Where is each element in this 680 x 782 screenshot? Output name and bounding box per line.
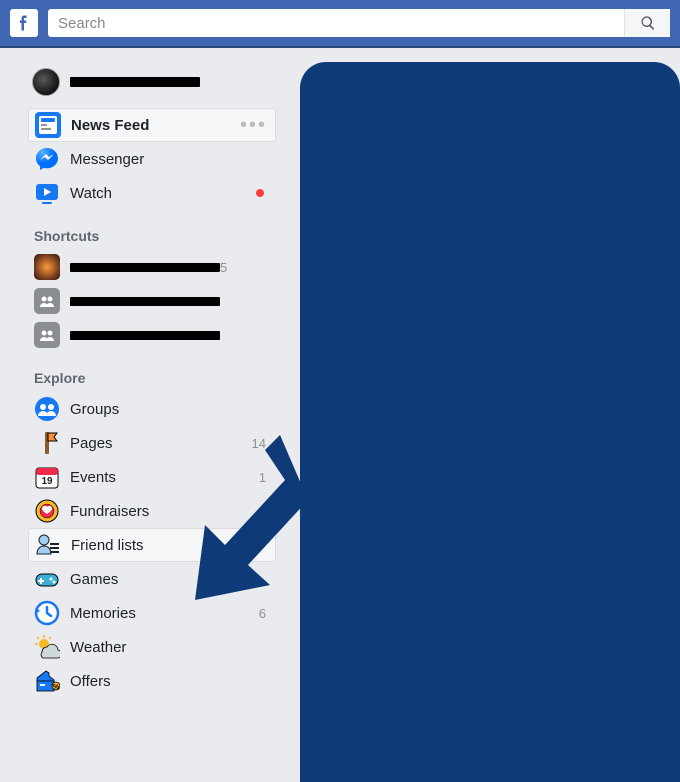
- notification-dot-icon: [256, 189, 264, 197]
- search-icon: [640, 15, 656, 31]
- friend-lists-icon: [35, 532, 61, 558]
- nav-fundraisers[interactable]: Fundraisers: [28, 494, 276, 528]
- nav-friend-lists[interactable]: Friend lists: [28, 528, 276, 562]
- profile-link[interactable]: [28, 62, 276, 102]
- profile-name-redacted: [70, 77, 200, 87]
- events-icon: 19: [34, 464, 60, 490]
- search-input[interactable]: [48, 9, 670, 37]
- nav-label: Groups: [70, 401, 270, 418]
- main-content: [300, 62, 680, 782]
- nav-label: Offers: [70, 673, 270, 690]
- avatar: [32, 68, 60, 96]
- nav-games[interactable]: Games: [28, 562, 276, 596]
- nav-count: 14: [252, 436, 266, 451]
- fundraisers-icon: [34, 498, 60, 524]
- shortcut-group-icon: [34, 322, 60, 348]
- nav-pages[interactable]: Pages 14: [28, 426, 276, 460]
- nav-label: Watch: [70, 185, 256, 202]
- memories-icon: [34, 600, 60, 626]
- shortcut-label-redacted: [70, 331, 220, 340]
- explore-header: Explore: [28, 352, 276, 392]
- pages-icon: [34, 430, 60, 456]
- shortcut-label-redacted: [70, 263, 220, 272]
- nav-count: 6: [259, 606, 266, 621]
- search-wrap: [48, 9, 670, 37]
- nav-label: News Feed: [71, 117, 240, 134]
- weather-icon: [34, 634, 60, 660]
- nav-groups[interactable]: Groups: [28, 392, 276, 426]
- shortcut-item[interactable]: [28, 284, 276, 318]
- shortcut-item[interactable]: [28, 318, 276, 352]
- facebook-logo[interactable]: [10, 9, 38, 37]
- nav-weather[interactable]: Weather: [28, 630, 276, 664]
- nav-label: Friend lists: [71, 537, 269, 554]
- svg-text:19: 19: [41, 476, 53, 487]
- search-button[interactable]: [624, 9, 670, 37]
- nav-label: Pages: [70, 435, 252, 452]
- nav-memories[interactable]: Memories 6: [28, 596, 276, 630]
- top-bar: [0, 0, 680, 48]
- nav-label: Fundraisers: [70, 503, 270, 520]
- svg-text:%: %: [53, 684, 60, 691]
- nav-events[interactable]: 19 Events 1: [28, 460, 276, 494]
- shortcuts-header: Shortcuts: [28, 210, 276, 250]
- nav-offers[interactable]: % Offers: [28, 664, 276, 698]
- messenger-icon: [34, 146, 60, 172]
- shortcut-item[interactable]: 5: [28, 250, 276, 284]
- content-placeholder: [300, 62, 680, 782]
- shortcut-group-icon: [34, 288, 60, 314]
- left-sidebar: News Feed ••• Messenger Watch Shortcuts …: [28, 62, 276, 782]
- more-options-icon[interactable]: •••: [240, 115, 267, 135]
- news-feed-icon: [35, 112, 61, 138]
- watch-icon: [34, 180, 60, 206]
- nav-label: Weather: [70, 639, 270, 656]
- nav-label: Events: [70, 469, 259, 486]
- offers-icon: %: [34, 668, 60, 694]
- shortcut-count: 5: [220, 260, 227, 275]
- shortcut-label-redacted: [70, 297, 220, 306]
- games-icon: [34, 566, 60, 592]
- nav-watch[interactable]: Watch: [28, 176, 276, 210]
- nav-news-feed[interactable]: News Feed •••: [28, 108, 276, 142]
- nav-count: 1: [259, 470, 266, 485]
- nav-label: Messenger: [70, 151, 270, 168]
- groups-icon: [34, 396, 60, 422]
- nav-label: Games: [70, 571, 270, 588]
- facebook-f-icon: [14, 13, 34, 33]
- nav-label: Memories: [70, 605, 259, 622]
- nav-messenger[interactable]: Messenger: [28, 142, 276, 176]
- shortcut-group-icon: [34, 254, 60, 280]
